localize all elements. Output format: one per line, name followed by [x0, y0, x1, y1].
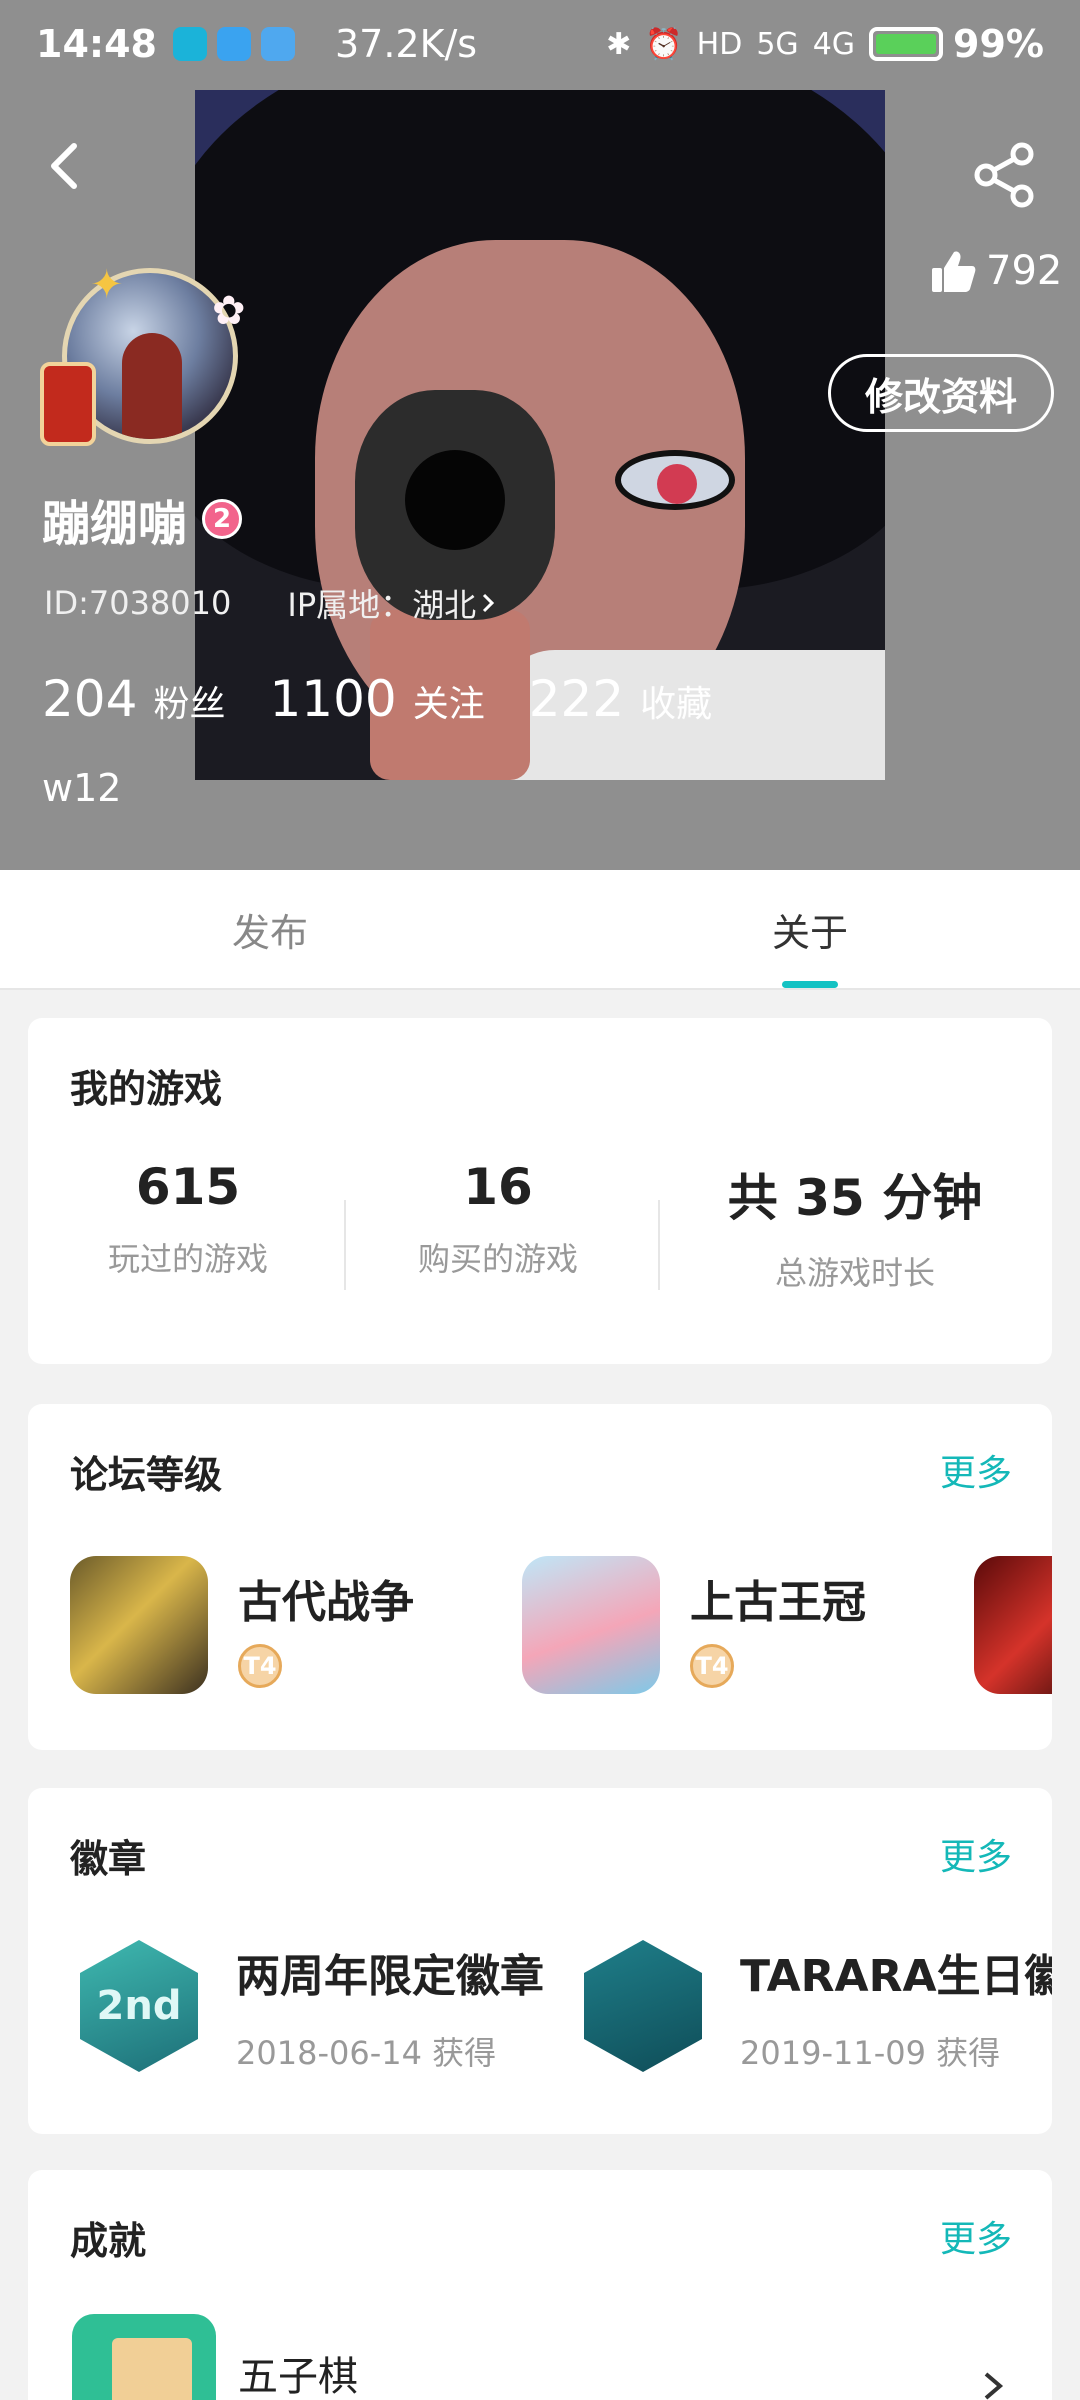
avatar-frame-badge [40, 362, 96, 446]
my-games-title: 我的游戏 [70, 1067, 223, 1111]
following-count[interactable]: 1100 [269, 670, 396, 728]
played-games[interactable]: 615 玩过的游戏 [28, 1158, 348, 1280]
purchased-games-value: 16 [463, 1158, 533, 1216]
achievement-game-name[interactable]: 五子棋 [238, 2344, 358, 2400]
ip-location-text: IP属地：湖北 [287, 586, 477, 624]
app-icon [216, 27, 251, 61]
games-stats: 615 玩过的游戏 16 购买的游戏 共 35 分钟 总游戏时长 [28, 1158, 1052, 1328]
total-playtime-label: 总游戏时长 [774, 1254, 935, 1292]
forum-level-badge: T4 [238, 1644, 282, 1688]
forum-more-link[interactable]: 更多 [940, 1444, 1012, 1496]
forum-level-title: 论坛等级 [70, 1453, 223, 1497]
badge-date: 2019-11-09 获得 [740, 2034, 1001, 2072]
username-text: 蹦绷嘣 [42, 496, 187, 552]
network-speed: 37.2K/s [334, 22, 478, 66]
badges-more-link[interactable]: 更多 [940, 1828, 1012, 1880]
star-icon: ✦ [90, 262, 124, 308]
forum-item[interactable]: 古代战争 T4 [70, 1556, 414, 1694]
achievements-card: 成就 更多 五子棋 [28, 2170, 1052, 2400]
forum-level-badge: T4 [690, 1644, 734, 1688]
id-row: ID:7038010 IP属地：湖北 [44, 580, 500, 626]
hd-label: HD [696, 26, 743, 62]
game-icon-demon [974, 1556, 1052, 1694]
game-icon-ancient-war [70, 1556, 208, 1694]
achievements-more-link[interactable]: 更多 [940, 2210, 1012, 2262]
like-count[interactable]: 792 [930, 248, 1062, 294]
forum-item[interactable]: 上古王冠 T4 [522, 1556, 866, 1694]
badge-texts: TARARA生日徽章 2019-11-09 获得 [740, 1940, 1052, 2074]
flower-icon: ✿ [212, 288, 246, 334]
badge-name: TARARA生日徽章 [740, 1951, 1052, 2002]
bluetooth-icon: ✱ [606, 26, 632, 62]
favorites-count[interactable]: 222 [529, 670, 624, 728]
followers-label[interactable]: 粉丝 [153, 675, 225, 727]
played-games-label: 玩过的游戏 [107, 1240, 268, 1278]
chevron-right-icon [483, 593, 495, 613]
status-time: 14:48 [36, 22, 157, 66]
badge-item[interactable]: TARARA生日徽章 2019-11-09 获得 [584, 1940, 1052, 2074]
badge-icon-anniversary: 2nd [80, 1940, 198, 2072]
total-playtime[interactable]: 共 35 分钟 总游戏时长 [658, 1158, 1052, 1294]
purchased-games[interactable]: 16 购买的游戏 [348, 1158, 648, 1280]
thumbs-up-icon [932, 251, 976, 292]
badge-date: 2018-06-14 获得 [236, 2034, 497, 2072]
user-id: ID:7038010 [44, 584, 232, 622]
achievements-title: 成就 [70, 2219, 147, 2263]
badges-card: 徽章 更多 2nd 两周年限定徽章 2018-06-14 获得 TARARA生日… [28, 1788, 1052, 2134]
bio-text: w12 [42, 766, 122, 810]
edit-profile-button[interactable]: 修改资料 [828, 354, 1054, 432]
my-games-card: 我的游戏 615 玩过的游戏 16 购买的游戏 共 35 分钟 总游戏时长 [28, 1018, 1052, 1364]
status-bar: 14:48 37.2K/s ✱ ⏰ HD 5G 4G 99% [0, 0, 1080, 88]
tab-about[interactable]: 关于 [540, 870, 1080, 988]
ip-location[interactable]: IP属地：湖北 [287, 580, 500, 626]
tab-posts[interactable]: 发布 [0, 870, 540, 988]
gomoku-game-icon [72, 2314, 216, 2400]
badge-texts: 两周年限定徽章 2018-06-14 获得 [236, 1940, 544, 2074]
battery-percent: 99% [953, 22, 1044, 66]
signal-5g: 5G [756, 26, 799, 62]
alarm-icon: ⏰ [645, 26, 683, 62]
share-button[interactable] [970, 140, 1040, 210]
profile-header: 14:48 37.2K/s ✱ ⏰ HD 5G 4G 99% 792 修改资料 … [0, 0, 1080, 870]
chevron-right-icon[interactable] [978, 2366, 1008, 2400]
share-icon [974, 142, 1034, 208]
signal-4g: 4G [812, 26, 856, 62]
like-count-value: 792 [986, 248, 1063, 294]
avatar[interactable]: ✦ ✿ [40, 262, 250, 462]
played-games-value: 615 [135, 1158, 241, 1216]
followers-count[interactable]: 204 [42, 670, 137, 728]
username: 蹦绷嘣 2 [42, 484, 243, 554]
chevron-left-icon [51, 143, 77, 189]
level-badge[interactable]: 2 [202, 499, 243, 539]
divider [344, 1200, 346, 1290]
profile-stats: 204 粉丝 1100 关注 222 收藏 [42, 670, 756, 728]
back-button[interactable] [32, 130, 102, 200]
favorites-label[interactable]: 收藏 [640, 675, 712, 727]
battery-icon [869, 27, 944, 61]
purchased-games-label: 购买的游戏 [417, 1240, 578, 1278]
following-label[interactable]: 关注 [413, 675, 485, 727]
badge-item[interactable]: 2nd 两周年限定徽章 2018-06-14 获得 [80, 1940, 544, 2074]
badge-name: 两周年限定徽章 [236, 1951, 544, 2002]
total-playtime-value: 共 35 分钟 [727, 1169, 983, 1227]
forum-level-card: 论坛等级 更多 古代战争 T4 上古王冠 T4 [28, 1404, 1052, 1750]
profile-tabs: 发布 关于 [0, 870, 1080, 990]
badges-title: 徽章 [70, 1837, 147, 1881]
cloud-icon [260, 27, 295, 61]
badge-icon-tarara [584, 1940, 702, 2072]
game-icon-ancient-crown [522, 1556, 660, 1694]
taptap-icon [172, 27, 207, 61]
forum-item-partial[interactable] [974, 1556, 1052, 1694]
